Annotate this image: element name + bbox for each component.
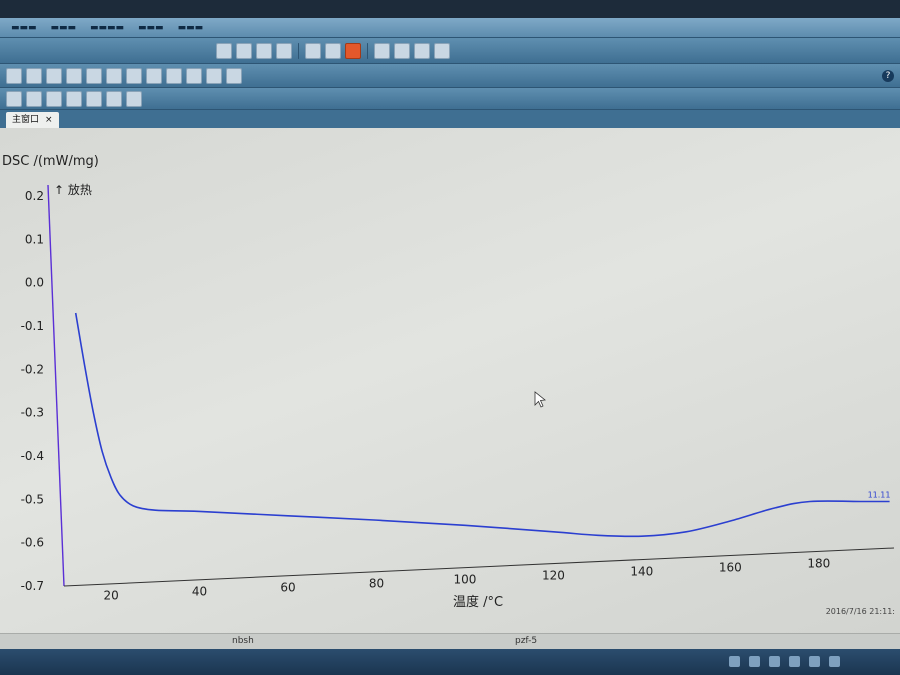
y-tick-label: 0.0 (25, 276, 44, 290)
y-tick-label: -0.7 (21, 579, 44, 593)
baseline-icon[interactable] (146, 67, 162, 84)
x-tick-label: 40 (192, 585, 207, 599)
y-tick-label: 0.2 (25, 189, 44, 203)
area-icon[interactable] (126, 67, 142, 84)
taskbar (0, 649, 900, 675)
toolbar-separator (367, 42, 368, 59)
status-sample: pzf-5 (515, 636, 538, 646)
search-icon[interactable] (394, 42, 410, 59)
close-icon[interactable]: × (45, 112, 53, 128)
x-tick-label: 140 (630, 564, 653, 578)
redo-icon[interactable] (26, 67, 42, 84)
timestamp: 2016/7/16 21:11: (826, 607, 895, 616)
copy-icon[interactable] (374, 42, 390, 59)
menu-item[interactable]: ▬▬▬▬ (83, 23, 131, 33)
tray-icon[interactable] (829, 656, 840, 667)
x-tick-label: 160 (719, 560, 742, 574)
menu-item[interactable]: ▬▬▬ (131, 23, 171, 33)
exotherm-annotation: ↑ 放热 (54, 182, 92, 197)
y-tick-label: -0.3 (21, 406, 44, 420)
pen-icon[interactable] (26, 90, 42, 107)
refresh-icon[interactable] (325, 42, 341, 59)
integral-icon[interactable] (226, 67, 242, 84)
y-tick-labels: 0.2 0.1 0.0 -0.1 -0.2 -0.3 -0.4 -0.5 -0.6 -0.7 (21, 189, 44, 593)
status-bar: nbsh pzf-5 (0, 633, 900, 650)
x-tick-label: 120 (542, 568, 565, 582)
grid-icon[interactable] (414, 42, 430, 59)
tab-label: 主窗口 (12, 115, 40, 125)
help-icon[interactable] (434, 42, 450, 59)
menu-item[interactable]: ▬▬▬ (44, 23, 84, 33)
menu-bar: ▬▬▬ ▬▬▬ ▬▬▬▬ ▬▬▬ ▬▬▬ (0, 18, 900, 38)
rectangle-icon[interactable] (46, 90, 62, 107)
network-icon[interactable] (769, 656, 780, 667)
y-tick-label: -0.2 (21, 362, 44, 376)
x-axis (63, 547, 895, 587)
x-tick-label: 60 (280, 581, 295, 595)
volume-icon[interactable] (789, 656, 800, 667)
tab-strip: 主窗口 × (0, 110, 900, 129)
menu-item[interactable]: ▬▬▬ (171, 23, 211, 33)
toolbar-drawing (0, 88, 900, 110)
glass-transition-icon[interactable] (166, 67, 182, 84)
y-tick-label: -0.1 (21, 319, 44, 333)
y-tick-label: -0.6 (21, 536, 44, 550)
cursor-icon[interactable] (305, 42, 321, 59)
help-button[interactable]: ? (882, 70, 894, 82)
toolbar-analysis (0, 64, 900, 88)
plot-panel[interactable]: DSC /(mW/mg) ↑ 放热 0.2 0.1 0.0 -0.1 -0.2 -0.3 -… (0, 128, 900, 633)
y-axis (47, 184, 65, 587)
peak-down-icon[interactable] (206, 67, 222, 84)
delete-icon[interactable] (46, 67, 62, 84)
pointer-icon[interactable] (345, 42, 361, 59)
x-axis-label: 温度 /°C (453, 594, 503, 610)
settings-icon[interactable] (126, 90, 142, 107)
dsc-chart[interactable]: DSC /(mW/mg) ↑ 放热 0.2 0.1 0.0 -0.1 -0.2 -0.3 -… (0, 128, 900, 633)
onset-icon[interactable] (106, 67, 122, 84)
x-tick-label: 180 (807, 556, 830, 570)
line-icon[interactable] (66, 90, 82, 107)
y-tick-label: 0.1 (25, 232, 44, 246)
rotate-icon[interactable] (106, 90, 122, 107)
move-icon[interactable] (236, 42, 252, 59)
toolbar-top (0, 38, 900, 64)
menu-item[interactable]: ▬▬▬ (4, 23, 44, 33)
peak-icon[interactable] (86, 67, 102, 84)
zoom-icon[interactable] (256, 42, 272, 59)
tab-main-window[interactable]: 主窗口 × (6, 112, 59, 128)
table-icon[interactable] (66, 67, 82, 84)
arrow-icon[interactable] (86, 90, 102, 107)
plot-icon[interactable] (216, 42, 232, 59)
toolbar-separator (298, 42, 299, 59)
tray-icon[interactable] (729, 656, 740, 667)
tray-icon[interactable] (749, 656, 760, 667)
mouse-cursor-icon (534, 391, 547, 408)
flag-icon[interactable] (809, 656, 820, 667)
y-axis-label: DSC /(mW/mg) (2, 154, 99, 169)
x-tick-label: 80 (369, 577, 384, 591)
y-tick-label: -0.4 (21, 449, 44, 463)
dsc-curve[interactable] (74, 312, 890, 538)
y-tick-label: -0.5 (21, 492, 44, 506)
save-icon[interactable] (6, 90, 22, 107)
curve-end-label: 11.11 (868, 491, 891, 500)
x-tick-label: 100 (453, 573, 476, 587)
peak-up-icon[interactable] (186, 67, 202, 84)
dsc-analysis-window: ▬▬▬ ▬▬▬ ▬▬▬▬ ▬▬▬ ▬▬▬ ? 主窗口 × DSC /(mW/mg… (0, 0, 900, 675)
fit-icon[interactable] (276, 42, 292, 59)
undo-icon[interactable] (6, 67, 22, 84)
x-tick-label: 20 (103, 589, 118, 603)
status-user: nbsh (232, 636, 254, 646)
